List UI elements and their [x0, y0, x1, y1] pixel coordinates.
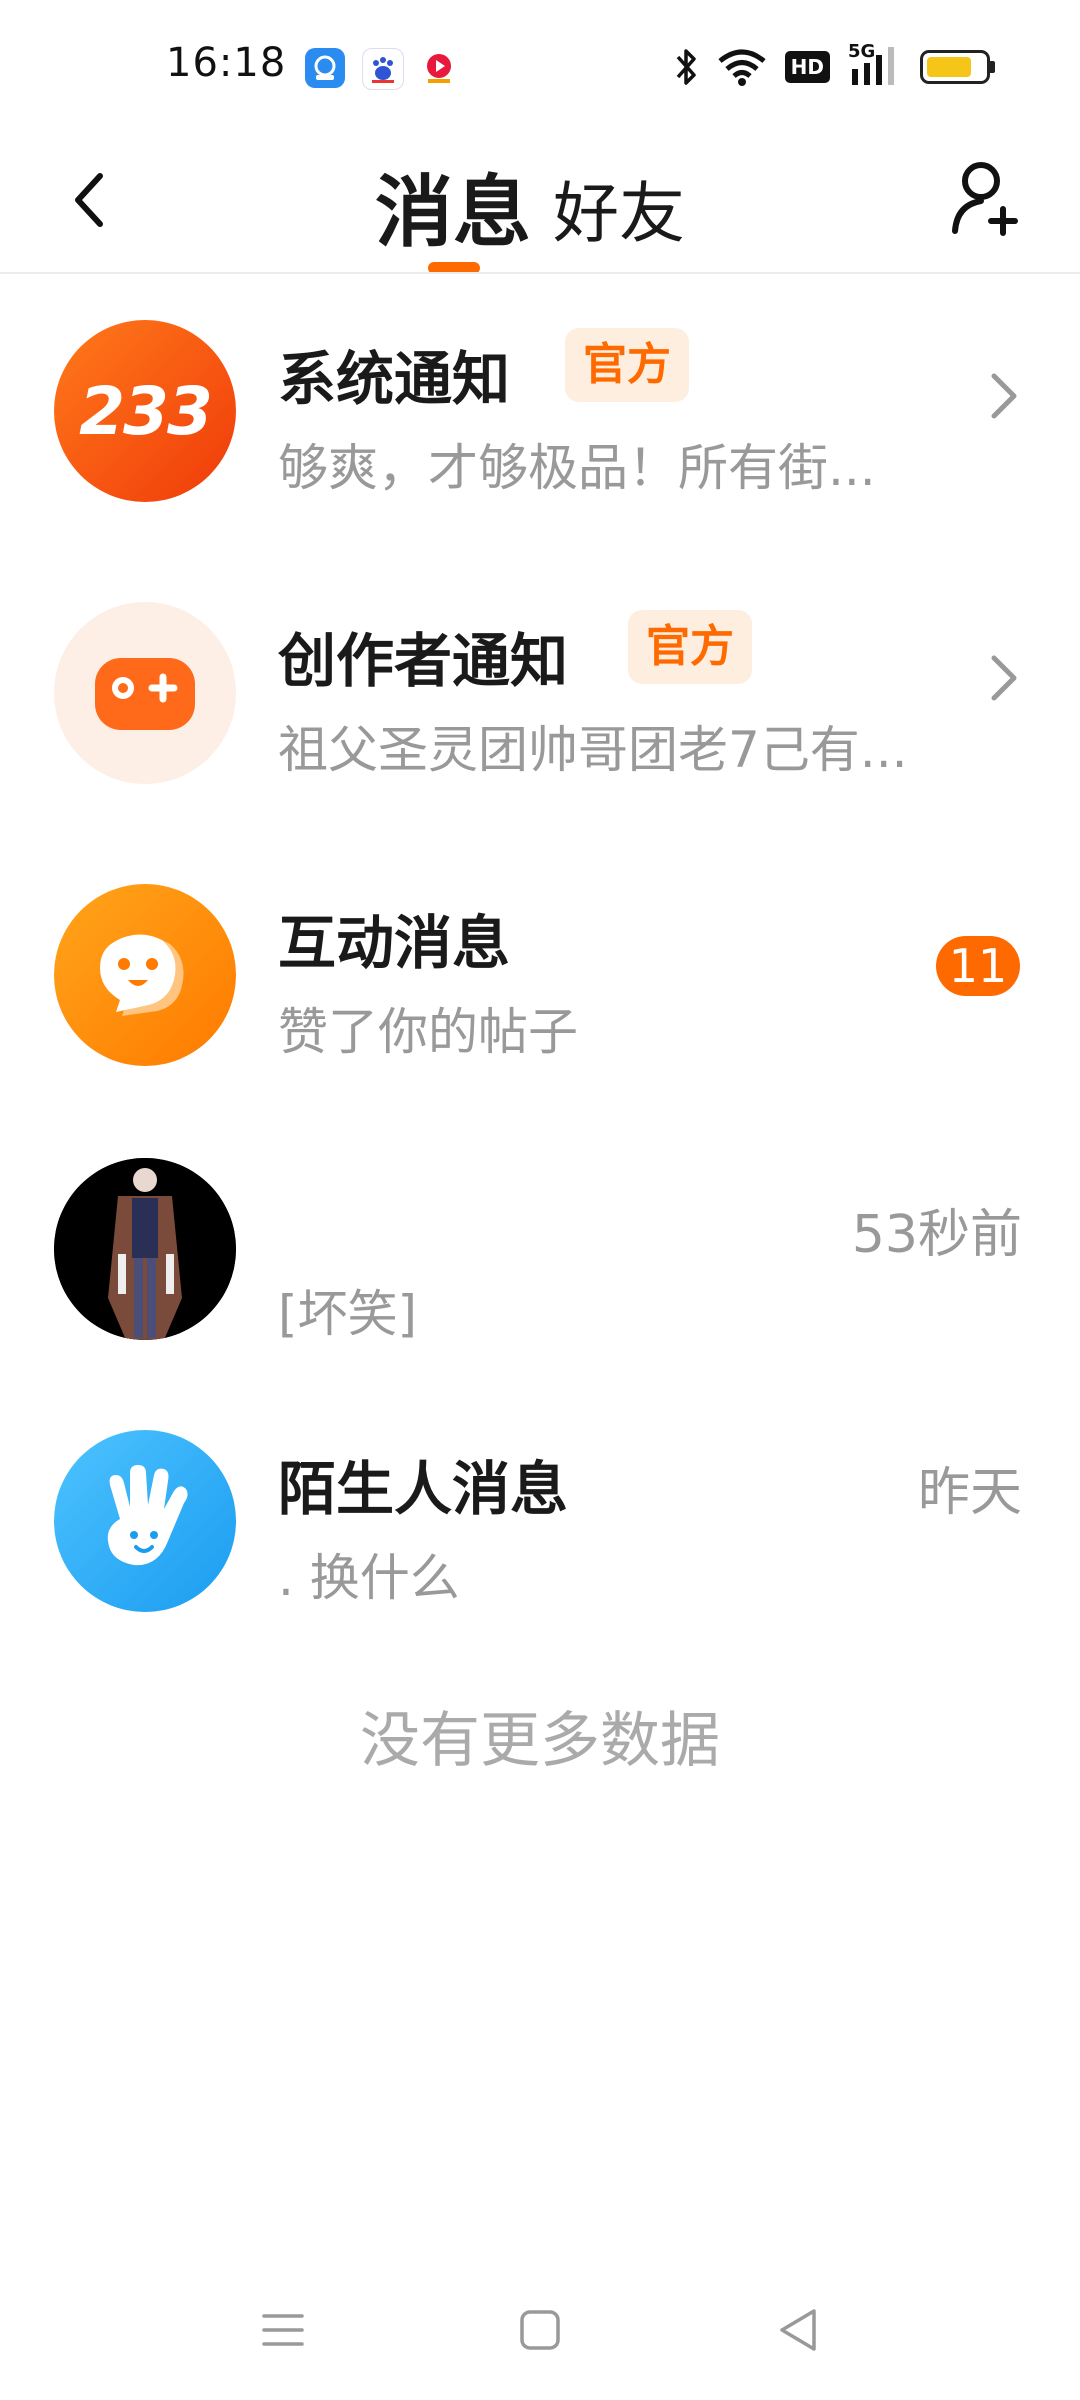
- app-icon-1: [305, 48, 345, 88]
- item-title: 陌生人消息: [278, 1455, 569, 1523]
- chat-bubble-face-icon: [100, 934, 184, 1016]
- hand-wave-icon: [107, 1465, 188, 1566]
- back-button[interactable]: [50, 160, 130, 240]
- item-timestamp: 53秒前: [851, 1205, 1022, 1265]
- chevron-right-icon: [991, 655, 1017, 701]
- creator-notice-avatar: [54, 602, 236, 784]
- signal-icon: 5G: [848, 41, 902, 89]
- item-preview: [坏笑]: [278, 1285, 418, 1343]
- unread-count-badge: 11: [936, 936, 1020, 996]
- stranger-avatar: [54, 1430, 236, 1612]
- top-bar: 消息 好友: [0, 140, 1080, 274]
- system-notice-avatar: 233: [54, 320, 236, 502]
- bluetooth-icon: [676, 49, 696, 85]
- item-title: 系统通知: [278, 345, 511, 413]
- battery-icon: [920, 50, 995, 84]
- item-title: 创作者通知: [278, 627, 569, 695]
- add-friend-button[interactable]: [942, 152, 1032, 242]
- system-nav-bar: [0, 2290, 1080, 2370]
- video-app-icon: [419, 48, 459, 88]
- hd-icon: HD: [784, 51, 830, 83]
- official-badge: 官方: [628, 610, 752, 684]
- no-more-data-text: 没有更多数据: [360, 1706, 720, 1776]
- gamepad-icon: [95, 658, 195, 730]
- status-time: 16:18: [166, 40, 287, 86]
- item-preview: 够爽，才够极品！所有街...: [278, 439, 876, 497]
- list-item-user-chat[interactable]: 53秒前 [坏笑]: [0, 1148, 1080, 1348]
- user-avatar: [54, 1158, 236, 1340]
- menu-icon: [262, 2314, 304, 2346]
- list-item-stranger[interactable]: 陌生人消息 昨天 . 换什么: [0, 1420, 1080, 1620]
- chevron-right-icon: [991, 373, 1017, 419]
- wifi-icon: [718, 49, 766, 86]
- status-bar: 16:18 HD 5G: [0, 0, 1080, 130]
- list-item-creator-notice[interactable]: 创作者通知 官方 祖父圣灵团帅哥团老7己有...: [0, 592, 1080, 792]
- interaction-avatar: [54, 884, 236, 1066]
- menu-nav-button[interactable]: [233, 2290, 333, 2370]
- item-timestamp: 昨天: [917, 1463, 1022, 1523]
- tab-friends[interactable]: 好友: [553, 160, 685, 256]
- home-nav-button[interactable]: [490, 2290, 590, 2370]
- avatar-233-logo: 233: [79, 372, 213, 450]
- item-preview: . 换什么: [278, 1549, 460, 1607]
- baidu-icon: [362, 48, 404, 90]
- back-nav-button[interactable]: [748, 2290, 848, 2370]
- official-badge: 官方: [565, 328, 689, 402]
- item-preview: 祖父圣灵团帅哥团老7己有...: [278, 721, 908, 779]
- item-preview: 赞了你的帖子: [278, 1003, 578, 1061]
- header-divider: [0, 272, 1080, 274]
- home-square-icon: [520, 2310, 560, 2350]
- item-title: 互动消息: [278, 909, 511, 977]
- back-triangle-icon: [780, 2309, 816, 2351]
- character-avatar-image: [54, 1158, 236, 1340]
- status-icons: HD 5G: [673, 41, 995, 90]
- list-item-system-notice[interactable]: 233 系统通知 官方 够爽，才够极品！所有街...: [0, 310, 1080, 510]
- tab-messages[interactable]: 消息: [375, 150, 531, 262]
- list-item-interaction[interactable]: 互动消息 赞了你的帖子 11: [0, 874, 1080, 1074]
- add-user-icon: [952, 162, 1018, 236]
- chevron-left-icon: [75, 173, 103, 227]
